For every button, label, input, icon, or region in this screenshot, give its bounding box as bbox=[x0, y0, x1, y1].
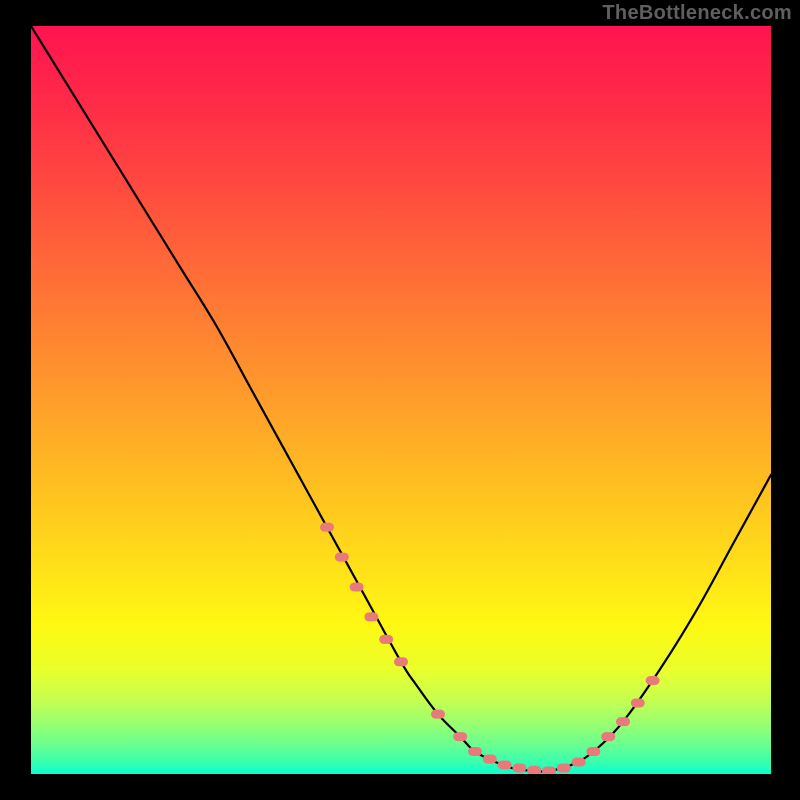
data-marker bbox=[601, 732, 615, 741]
data-marker bbox=[542, 767, 556, 776]
data-marker bbox=[394, 657, 408, 666]
data-marker bbox=[631, 698, 645, 707]
data-marker bbox=[468, 747, 482, 756]
data-marker bbox=[364, 612, 378, 621]
data-marker bbox=[320, 523, 334, 532]
data-marker bbox=[350, 583, 364, 592]
data-marker bbox=[616, 717, 630, 726]
data-marker bbox=[572, 758, 586, 767]
data-marker bbox=[453, 732, 467, 741]
data-marker bbox=[379, 635, 393, 644]
data-marker bbox=[646, 676, 660, 685]
bottleneck-chart bbox=[0, 0, 800, 800]
data-marker bbox=[335, 553, 349, 562]
data-marker bbox=[527, 766, 541, 775]
data-marker bbox=[512, 764, 526, 773]
data-marker bbox=[557, 764, 571, 773]
data-marker bbox=[483, 755, 497, 764]
watermark-text: TheBottleneck.com bbox=[602, 2, 792, 25]
chart-frame: { "watermark": "TheBottleneck.com", "col… bbox=[0, 0, 800, 800]
data-marker bbox=[431, 710, 445, 719]
data-marker bbox=[586, 747, 600, 756]
data-marker bbox=[498, 761, 512, 770]
